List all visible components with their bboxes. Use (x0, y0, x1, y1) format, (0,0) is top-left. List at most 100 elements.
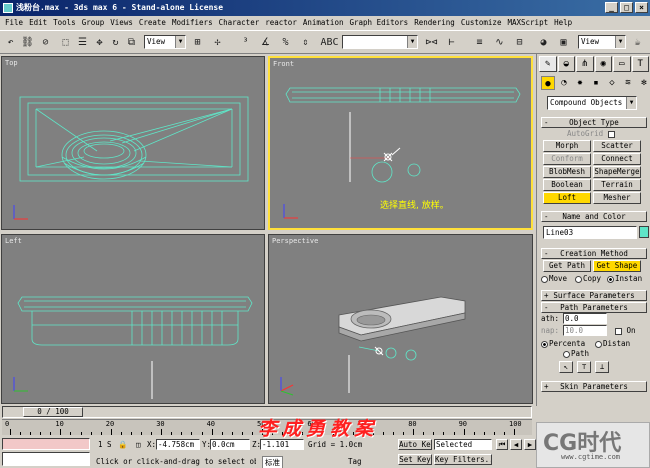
viewport-left[interactable]: Left (1, 234, 265, 404)
autogrid-checkbox[interactable]: AutoGrid (567, 129, 615, 139)
named-selection-dropdown[interactable]: ▼ (342, 35, 418, 49)
geometry-category-dropdown[interactable]: Compound Objects ▼ (547, 96, 637, 110)
morph-button[interactable]: Morph (543, 140, 591, 152)
select-object-icon[interactable]: ⬚ (58, 35, 73, 50)
path-parameters-rollout[interactable]: - Path Parameters (541, 302, 647, 313)
instance-radio[interactable]: Instan (607, 274, 642, 284)
skin-parameters-rollout[interactable]: + Skin Parameters (541, 381, 647, 392)
scatter-button[interactable]: Scatter (593, 140, 641, 152)
systems-icon[interactable]: ✻ (637, 76, 650, 90)
schematic-icon[interactable]: ⊟ (512, 35, 527, 50)
manipulate-icon[interactable]: ✢ (210, 35, 225, 50)
mirror-icon[interactable]: ⊳⊲ (424, 35, 439, 50)
menu-reactor[interactable]: reactor (262, 16, 300, 30)
menu-maxscript[interactable]: MAXScript (504, 16, 551, 30)
quick-render-icon[interactable]: ☕ (630, 35, 645, 50)
blobmesh-button[interactable]: BlobMesh (543, 166, 591, 178)
undo-icon[interactable]: ↶ (3, 35, 18, 50)
geometry-icon[interactable]: ● (541, 76, 555, 90)
select-link-icon[interactable]: ⛓ (20, 35, 35, 50)
maxscript-mini-listener[interactable] (2, 452, 90, 466)
display-tab[interactable]: ▭ (613, 56, 631, 72)
scale-icon[interactable]: ⧉ (124, 35, 139, 50)
menu-views[interactable]: Views (107, 16, 136, 30)
percentage-radio[interactable]: Percenta (541, 339, 585, 349)
angle-snap-icon[interactable]: ∡ (258, 35, 273, 50)
viewport-perspective[interactable]: Perspective (268, 234, 533, 404)
unlink-icon[interactable]: ⊘ (38, 35, 53, 50)
maximize-button[interactable]: □ (620, 2, 633, 13)
hierarchy-tab[interactable]: ⋔ (576, 56, 594, 72)
get-shape-button[interactable]: Get Shape (593, 260, 641, 272)
minimize-button[interactable]: _ (605, 2, 618, 13)
auto-key-button[interactable]: Auto Key (398, 439, 432, 450)
menu-character[interactable]: Character (216, 16, 263, 30)
add-time-tag[interactable]: Tag (348, 456, 362, 467)
surface-parameters-rollout[interactable]: + Surface Parameters (541, 290, 647, 301)
menu-tools[interactable]: Tools (50, 16, 79, 30)
menu-customize[interactable]: Customize (458, 16, 505, 30)
menu-help[interactable]: Help (551, 16, 575, 30)
close-button[interactable]: × (635, 2, 648, 13)
utilities-tab[interactable]: T (631, 56, 649, 72)
snap-on-checkbox[interactable]: On (615, 326, 636, 336)
prev-shape-icon[interactable]: ⊤ (577, 361, 591, 373)
maxscript-listener[interactable] (2, 438, 90, 450)
path-steps-radio[interactable]: Path (563, 349, 589, 359)
menu-graph-editors[interactable]: Graph Editors (346, 16, 411, 30)
snap-spinner[interactable]: 10.0 (563, 325, 607, 336)
menu-group[interactable]: Group (79, 16, 108, 30)
terrain-button[interactable]: Terrain (593, 179, 641, 191)
boolean-button[interactable]: Boolean (543, 179, 591, 191)
menu-rendering[interactable]: Rendering (411, 16, 458, 30)
prev-frame-icon[interactable]: ◀ (510, 439, 522, 450)
move-icon[interactable]: ✥ (92, 35, 107, 50)
key-filters-button[interactable]: Key Filters... (434, 454, 492, 465)
copy-radio[interactable]: Copy (575, 274, 601, 284)
select-by-name-icon[interactable]: ☰ (75, 35, 90, 50)
viewport-front[interactable]: Front 选择直线, 放样。 (268, 56, 533, 230)
set-key-button[interactable]: Set Key (398, 454, 432, 465)
menu-file[interactable]: File (2, 16, 26, 30)
next-shape-icon[interactable]: ⊥ (595, 361, 609, 373)
shapemerge-button[interactable]: ShapeMerge (593, 166, 641, 178)
cameras-icon[interactable]: ▪ (589, 76, 603, 90)
menu-create[interactable]: Create (136, 16, 169, 30)
named-selection-icon[interactable]: ABC (320, 35, 338, 50)
pivot-icon[interactable]: ⊞ (190, 35, 205, 50)
snap-icon[interactable]: ³ (238, 35, 253, 50)
curve-editor-icon[interactable]: ∿ (492, 35, 507, 50)
y-coordinate-field[interactable]: 0.0cm (210, 439, 250, 450)
creation-method-rollout[interactable]: - Creation Method (541, 248, 647, 259)
go-to-start-icon[interactable]: ⏮ (496, 439, 508, 450)
rotate-icon[interactable]: ↻ (108, 35, 123, 50)
shapes-icon[interactable]: ◔ (557, 76, 571, 90)
object-name-field[interactable]: Line03 (543, 226, 637, 239)
render-scene-icon[interactable]: ▣ (556, 35, 571, 50)
create-tab[interactable]: ✎ (539, 56, 557, 72)
lock-selection-icon[interactable]: 🔒 (118, 439, 127, 450)
move-radio[interactable]: Move (541, 274, 567, 284)
absolute-mode-icon[interactable]: ◫ (136, 439, 141, 450)
menu-modifiers[interactable]: Modifiers (169, 16, 216, 30)
material-editor-icon[interactable]: ◕ (536, 35, 551, 50)
modify-tab[interactable]: ◒ (557, 56, 575, 72)
menu-edit[interactable]: Edit (26, 16, 50, 30)
helpers-icon[interactable]: ◇ (605, 76, 619, 90)
name-and-color-rollout[interactable]: - Name and Color (541, 211, 647, 222)
mesher-button[interactable]: Mesher (593, 192, 641, 204)
layer-icon[interactable]: ≡ (472, 35, 487, 50)
object-type-rollout[interactable]: - Object Type (541, 117, 647, 128)
get-path-button[interactable]: Get Path (543, 260, 591, 272)
x-coordinate-field[interactable]: -4.758cm (156, 439, 200, 450)
time-slider-thumb[interactable]: 0 / 100 (23, 407, 83, 417)
standard-ime-label[interactable]: 标准 (262, 456, 283, 468)
object-color-swatch[interactable] (639, 226, 649, 238)
play-icon[interactable]: ▶ (524, 439, 536, 450)
reference-coord-dropdown[interactable]: View ▼ (144, 35, 186, 49)
connect-button[interactable]: Connect (593, 153, 641, 165)
lights-icon[interactable]: ✸ (573, 76, 587, 90)
distance-radio[interactable]: Distan (595, 339, 630, 349)
viewport-top[interactable]: Top (1, 56, 265, 230)
motion-tab[interactable]: ◉ (594, 56, 612, 72)
